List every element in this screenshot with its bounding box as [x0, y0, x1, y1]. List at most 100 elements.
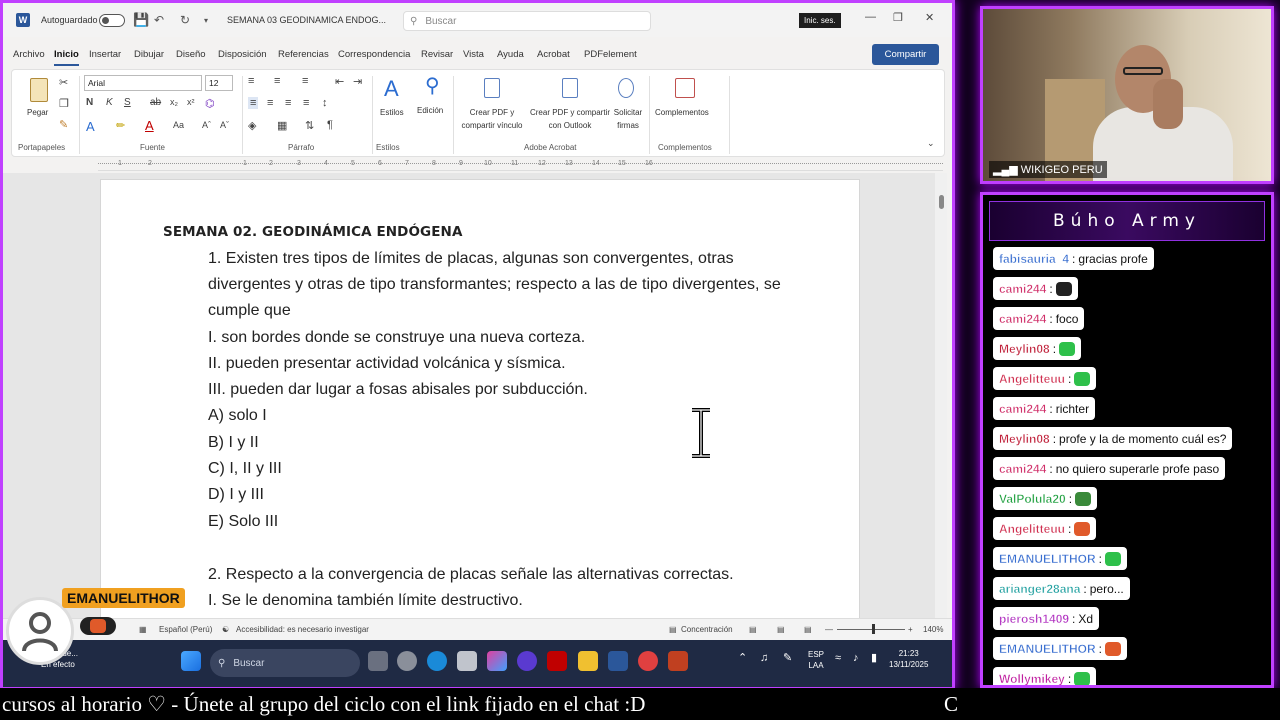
addins-icon[interactable]	[675, 78, 695, 98]
accessibility-icon[interactable]: ☯	[222, 625, 229, 634]
save-icon[interactable]: 💾	[133, 3, 149, 37]
task-view-icon[interactable]	[368, 651, 388, 671]
tab-pdfelement[interactable]: PDFelement	[584, 49, 637, 60]
zoom-level[interactable]: 140%	[923, 625, 943, 634]
show-marks-icon[interactable]: ¶	[327, 119, 333, 131]
superscript-icon[interactable]: x²	[187, 97, 195, 107]
text-effects-icon[interactable]: A	[86, 119, 95, 134]
chat-username[interactable]: arianger28ana	[999, 581, 1081, 595]
zoom-app-icon[interactable]	[517, 651, 537, 671]
document-area[interactable]: SEMANA 02. GEODINÁMICA ENDÓGENA 1. Exist…	[3, 173, 935, 618]
tab-vista[interactable]: Vista	[463, 49, 484, 60]
create-pdf-outlook-icon[interactable]	[562, 78, 578, 98]
styles-label[interactable]: Estilos	[380, 106, 404, 119]
vertical-scrollbar[interactable]	[935, 173, 947, 618]
change-case-icon[interactable]: Aa	[173, 120, 184, 130]
align-center-icon[interactable]: ≡	[267, 97, 273, 109]
zoom-slider[interactable]	[837, 629, 905, 630]
increase-indent-icon[interactable]: ⇥	[353, 75, 362, 88]
clock[interactable]: 21:23 13/11/2025	[889, 648, 928, 670]
tab-dibujar[interactable]: Dibujar	[134, 49, 164, 60]
align-left-icon[interactable]: ≡	[248, 97, 259, 109]
create-pdf-link-icon[interactable]	[484, 78, 500, 98]
read-mode-icon[interactable]: ▤	[749, 625, 757, 634]
create-pdf-outlook-label[interactable]: Crear PDF y compartir con Outlook	[527, 106, 613, 132]
italic-icon[interactable]: K	[106, 97, 113, 108]
wifi-icon[interactable]: ≈	[835, 653, 841, 664]
proofing-icon[interactable]: ▦	[139, 625, 147, 634]
redo-icon[interactable]: ↻	[180, 3, 190, 37]
chat-username[interactable]: Meylin08	[999, 431, 1050, 445]
clear-format-icon[interactable]: ⌬	[205, 97, 215, 110]
title-search-input[interactable]: ⚲ Buscar	[403, 11, 651, 31]
tab-diseno[interactable]: Diseño	[176, 49, 206, 60]
chat-username[interactable]: Angelitteuu	[999, 521, 1065, 535]
zoom-in-icon[interactable]: +	[908, 625, 913, 634]
chat-username[interactable]: EMANUELITHOR	[999, 551, 1096, 565]
github-icon[interactable]	[397, 651, 417, 671]
file-explorer-icon[interactable]	[578, 651, 598, 671]
language-status[interactable]: Español (Perú)	[159, 625, 212, 634]
tray-icon[interactable]: ♫	[760, 653, 768, 664]
chrome-icon[interactable]	[638, 651, 658, 671]
tab-archivo[interactable]: Archivo	[13, 49, 45, 60]
line-spacing-icon[interactable]: ↕	[322, 97, 328, 109]
chat-username[interactable]: fabisauria_4	[999, 251, 1069, 265]
find-icon[interactable]: ⚲	[425, 73, 440, 98]
show-hidden-icons[interactable]: ⌃	[738, 653, 747, 664]
collapse-ribbon-icon[interactable]: ⌄	[927, 138, 935, 149]
volume-icon[interactable]: ♪	[853, 653, 859, 664]
chat-username[interactable]: pierosh1409	[999, 611, 1069, 625]
share-button[interactable]: Compartir	[872, 44, 939, 65]
chat-username[interactable]: cami244	[999, 401, 1047, 415]
copilot-icon[interactable]	[487, 651, 507, 671]
addins-button-label[interactable]: Complementos	[655, 106, 709, 119]
strikethrough-icon[interactable]: ab	[150, 97, 161, 108]
chat-username[interactable]: cami244	[999, 281, 1047, 295]
chat-username[interactable]: EMANUELITHOR	[999, 641, 1096, 655]
numbering-icon[interactable]: ≡	[274, 75, 280, 87]
tab-revisar[interactable]: Revisar	[421, 49, 453, 60]
font-size-select[interactable]: 12	[205, 75, 233, 91]
restore-icon[interactable]: ❐	[893, 11, 903, 24]
edit-label[interactable]: Edición	[417, 104, 443, 117]
chat-username[interactable]: Wollymikey	[999, 671, 1065, 685]
cut-icon[interactable]: ✂	[59, 76, 68, 89]
scrollbar-thumb[interactable]	[939, 195, 944, 209]
quick-access-chevron-icon[interactable]: ▾	[204, 3, 208, 37]
document-page[interactable]: SEMANA 02. GEODINÁMICA ENDÓGENA 1. Exist…	[100, 179, 860, 618]
styles-icon[interactable]: A	[384, 76, 399, 102]
paste-icon[interactable]	[30, 78, 48, 102]
create-pdf-link-label[interactable]: Crear PDF y compartir vínculo	[459, 106, 525, 132]
tab-correspondencia[interactable]: Correspondencia	[338, 49, 410, 60]
tab-inicio[interactable]: Inicio	[54, 49, 79, 66]
document-title[interactable]: SEMANA 03 GEODINAMICA ENDOG...	[227, 3, 386, 37]
shading-icon[interactable]: ◈	[248, 119, 256, 132]
edge-icon[interactable]	[427, 651, 447, 671]
bullets-icon[interactable]: ≡	[248, 75, 254, 87]
print-layout-icon[interactable]: ▤	[777, 625, 785, 634]
copy-icon[interactable]: ❐	[59, 97, 69, 110]
bold-icon[interactable]: N	[86, 97, 93, 108]
signin-button[interactable]: Inic. ses.	[799, 13, 841, 28]
font-color-icon[interactable]: A	[145, 118, 154, 133]
tab-disposicion[interactable]: Disposición	[218, 49, 267, 60]
tab-acrobat[interactable]: Acrobat	[537, 49, 570, 60]
undo-icon[interactable]: ↶	[154, 3, 164, 37]
subscript-icon[interactable]: x₂	[170, 97, 178, 107]
justify-icon[interactable]: ≡	[303, 97, 309, 109]
underline-icon[interactable]: S	[124, 97, 131, 108]
decrease-indent-icon[interactable]: ⇤	[335, 75, 344, 88]
tab-referencias[interactable]: Referencias	[278, 49, 329, 60]
web-layout-icon[interactable]: ▤	[804, 625, 812, 634]
taskbar-search-input[interactable]: ⚲ Buscar	[210, 649, 360, 677]
focus-mode[interactable]: Concentración	[681, 625, 733, 634]
acrobat-icon[interactable]	[547, 651, 567, 671]
word-taskbar-icon[interactable]	[608, 651, 628, 671]
font-name-select[interactable]: Arial	[84, 75, 202, 91]
accessibility-status[interactable]: Accesibilidad: es necesario investigar	[236, 625, 369, 634]
battery-icon[interactable]: ▮	[871, 653, 877, 664]
borders-icon[interactable]: ▦	[277, 119, 287, 132]
align-right-icon[interactable]: ≡	[285, 97, 291, 109]
grow-font-icon[interactable]: Aˆ	[202, 120, 211, 130]
